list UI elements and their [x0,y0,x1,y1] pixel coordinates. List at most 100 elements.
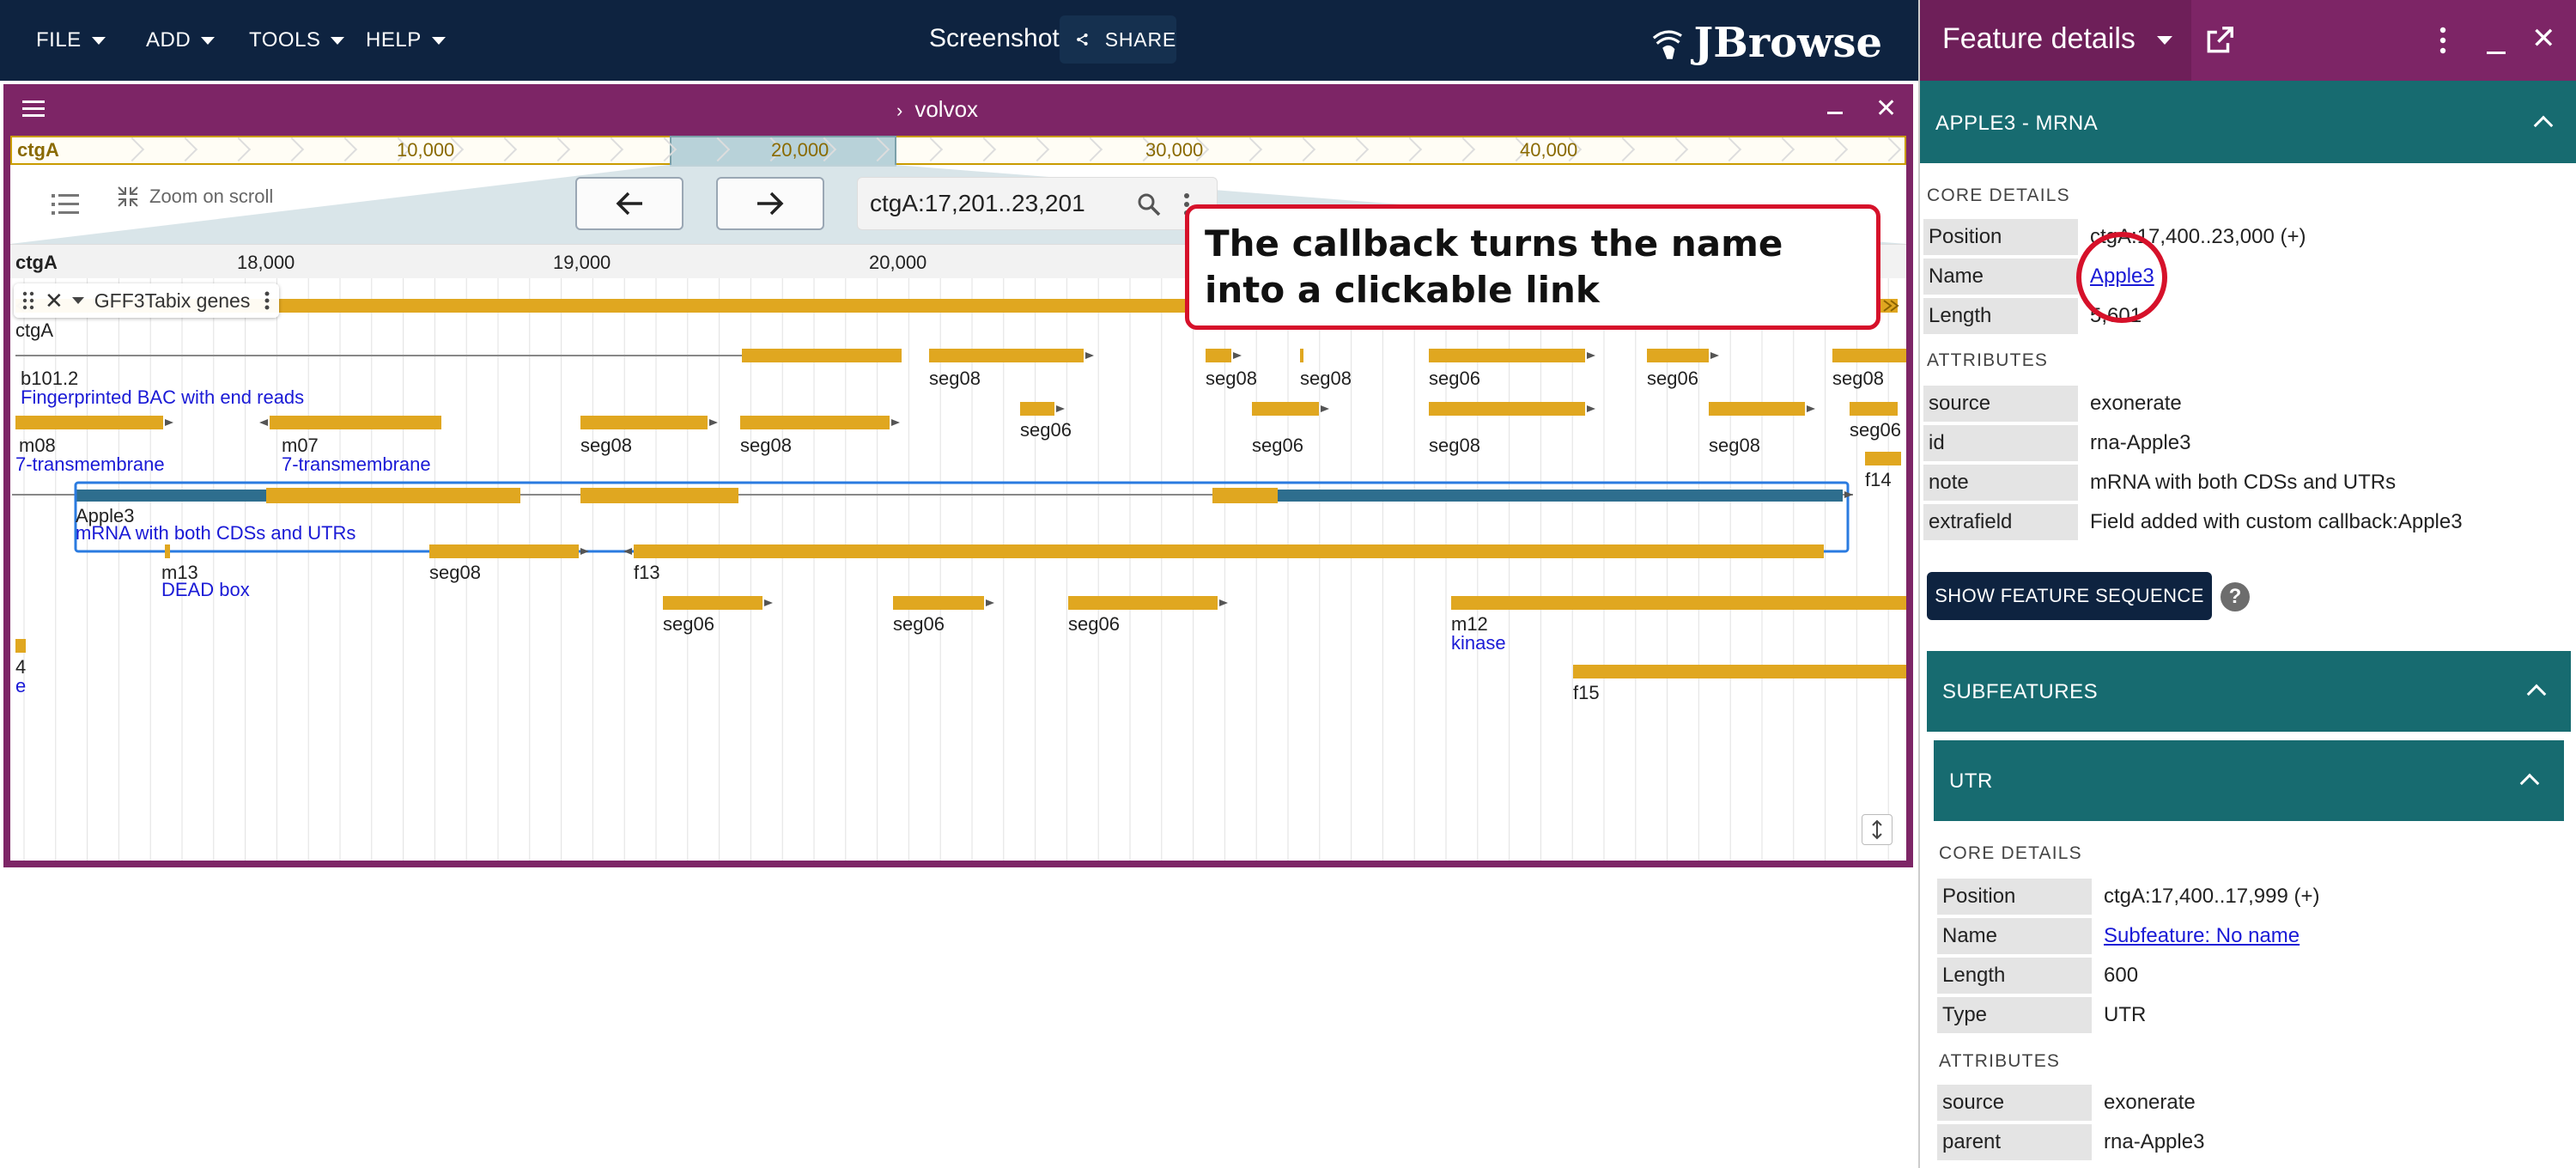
share-button[interactable]: SHARE [1060,15,1176,64]
feature-seg08[interactable] [1300,349,1303,362]
close-view-icon[interactable]: ✕ [1875,96,1897,122]
feature-seg08[interactable] [1429,402,1585,416]
feature-b101-block[interactable] [742,349,902,362]
feature-seg08[interactable] [1709,402,1805,416]
feature-description: mRNA with both CDSs and UTRs [76,522,356,544]
help-icon[interactable]: ? [2221,582,2250,611]
strand-chevron-icon [1770,137,1795,162]
strand-chevron-icon [1823,137,1849,162]
drawer-header: Feature details ✕ [1920,0,2576,81]
chevron-up-icon [2519,773,2540,794]
feature-seg08[interactable] [740,416,890,429]
drag-handle-icon[interactable] [19,291,38,310]
subfeature-name-link[interactable]: Subfeature: No name [2104,924,2300,947]
feature-seg06[interactable] [1850,402,1898,416]
feature-m13[interactable] [165,544,170,558]
hamburger-menu-icon[interactable] [21,98,46,120]
feature-details-drawer: Feature details ✕ APPLE3 - MRNA CORE DET… [1918,0,2576,1168]
attribute-row-source: source exonerate [1923,385,2182,423]
feature-description: DEAD box [161,579,250,600]
feature-seg06[interactable] [1068,596,1218,610]
feature-seg06[interactable] [1252,402,1319,416]
feature-f15[interactable] [1573,665,1906,678]
track-menu-icon[interactable] [264,290,270,311]
feature-seg08[interactable] [1832,349,1906,362]
utr-core-details-title: CORE DETAILS [1939,843,2082,863]
chevron-up-icon [2526,684,2547,704]
feature-label: seg08 [1429,435,1480,456]
collapse-track-icon[interactable] [71,297,84,304]
strand-chevron-icon [1291,137,1316,162]
feature-label: seg06 [1850,419,1901,441]
more-vertical-icon[interactable] [2439,26,2447,55]
feature-m07[interactable] [270,416,441,429]
feature-seg06[interactable] [1429,349,1585,362]
ruler-tick-label: 20,000 [869,252,927,273]
location-input[interactable] [870,188,1127,219]
open-in-new-icon[interactable] [2203,24,2236,57]
feature-apple3-utr[interactable] [1278,490,1843,502]
feature-seg08[interactable] [429,544,579,558]
feature-seg06[interactable] [893,596,984,610]
close-drawer-icon[interactable]: ✕ [2531,24,2556,53]
close-track-icon[interactable]: ✕ [45,288,64,314]
utr-detail-row-position: Position ctgA:17,400..17,999 (+) [1937,878,2320,916]
scroll-right-button[interactable] [716,177,824,230]
session-name[interactable]: Screenshot [929,24,1060,53]
search-icon[interactable] [1136,192,1162,217]
vertical-resize-icon [1872,819,1882,840]
utr-panel-header[interactable]: UTR [1934,740,2564,821]
feature-apple3-utr[interactable] [76,490,266,502]
scroll-left-button[interactable] [575,177,683,230]
feature-label: seg08 [1300,368,1352,389]
zoom-on-scroll-toggle[interactable]: Zoom on scroll [117,186,273,208]
strand-chevron-icon [119,137,145,162]
subfeatures-panel-header[interactable]: SUBFEATURES [1927,651,2571,732]
drawer-widget-selector[interactable]: Feature details [1920,0,2191,81]
feature-seg06[interactable] [1020,402,1054,416]
track-name: GFF3Tabix genes [94,289,251,312]
help-menu[interactable]: HELP [366,22,446,58]
ruler-tick-label: 19,000 [553,252,611,273]
feature-m12[interactable] [1451,596,1906,610]
track-selector-icon[interactable] [52,192,81,216]
feature-label: seg08 [740,435,792,456]
file-menu[interactable]: FILE [36,22,106,58]
minimize-icon[interactable] [1827,112,1843,114]
feature-f13[interactable] [634,544,1824,558]
view-title[interactable]: › volvox [896,96,978,123]
feature-m08[interactable] [15,416,163,429]
chevron-down-icon [331,36,345,45]
feature-f14[interactable] [1865,452,1901,465]
feature-description: e [15,675,27,697]
feature-label: seg06 [1429,368,1480,389]
strand-chevron-icon [279,137,305,162]
feature-seg06[interactable] [663,596,762,610]
linear-genome-view: › volvox ✕ ctgA 10,000 20,000 30,000 40,0… [3,84,1913,867]
feature-apple3-cds[interactable] [1212,488,1278,503]
add-menu[interactable]: ADD [146,22,216,58]
feature-panel-header[interactable]: APPLE3 - MRNA [1920,81,2576,163]
feature-seg06[interactable] [1647,349,1709,362]
minimize-icon[interactable] [2487,52,2506,54]
strand-chevron-icon [598,137,624,162]
feature-description: 7-transmembrane [282,453,431,475]
feature-apple3-cds[interactable] [580,488,738,503]
track-area[interactable]: ctgA b101.2 Fingerprinted BAC with end r… [10,278,1906,861]
feature-label: ctgA [15,319,54,341]
feature-partial[interactable] [15,639,26,653]
feature-label: seg08 [429,562,481,583]
tools-menu[interactable]: TOOLS [249,22,345,58]
show-feature-sequence-button[interactable]: SHOW FEATURE SEQUENCE [1927,572,2212,620]
feature-description: 7-transmembrane [15,453,165,475]
feature-seg08[interactable] [580,416,708,429]
feature-seg08[interactable] [929,349,1084,362]
track-resize-handle[interactable] [1862,814,1893,845]
feature-seg08[interactable] [1206,349,1231,362]
ruler-contig-label: ctgA [15,252,58,273]
utr-detail-row-length: Length 600 [1937,957,2138,995]
drawer-title: Feature details [1942,22,2136,55]
feature-label: f14 [1865,469,1892,490]
feature-apple3-cds[interactable] [266,488,520,503]
overview-scalebar[interactable]: ctgA 10,000 20,000 30,000 40,000 [10,136,1906,167]
